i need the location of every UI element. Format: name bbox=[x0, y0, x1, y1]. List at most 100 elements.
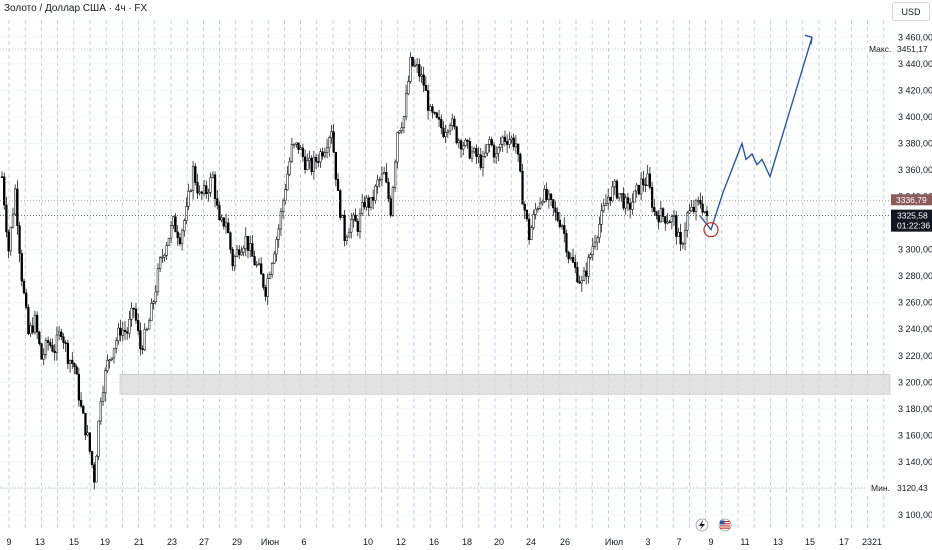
time-axis[interactable]: 9 13 15 19 21 23 27 29 Июн 6 10 12 16 18 20 24 26 Июл 3 7 9 1… bbox=[6, 537, 882, 547]
candle-body bbox=[71, 359, 74, 364]
candle-body bbox=[156, 268, 160, 293]
candle-body bbox=[290, 144, 294, 162]
candle-body bbox=[675, 215, 678, 237]
candle-body bbox=[468, 140, 471, 159]
candle-body bbox=[376, 179, 379, 187]
x-tick-label: 27 bbox=[199, 537, 209, 547]
candle-body bbox=[569, 257, 572, 260]
candle-body bbox=[694, 200, 698, 212]
candle-body bbox=[604, 203, 608, 207]
current-tag-countdown: 01:22:36 bbox=[897, 221, 930, 231]
candle-body bbox=[611, 186, 614, 201]
candle-body bbox=[530, 227, 533, 240]
candle-body bbox=[194, 166, 197, 183]
candle-body bbox=[593, 241, 597, 247]
candle-body bbox=[321, 151, 324, 157]
candle-body bbox=[380, 173, 384, 180]
candle-body bbox=[365, 197, 368, 208]
candle-body bbox=[356, 221, 359, 232]
candle-body bbox=[270, 262, 274, 275]
candle-body bbox=[336, 179, 340, 191]
candle-body bbox=[477, 154, 480, 157]
candle-body bbox=[574, 262, 577, 268]
candle-body bbox=[200, 191, 204, 194]
candle-body bbox=[354, 214, 357, 222]
candle-body bbox=[536, 208, 540, 210]
candle-body bbox=[655, 211, 658, 216]
candle-body bbox=[378, 179, 381, 181]
x-tick-label: 13 bbox=[773, 537, 783, 547]
candle-body bbox=[437, 117, 441, 120]
price-labels: Макс. 3451,17 Мин. 3120,43 3336,79 3325,5801:… bbox=[866, 42, 932, 494]
candle-body bbox=[350, 219, 353, 233]
candle-body bbox=[119, 327, 122, 336]
candle-body bbox=[284, 189, 287, 201]
candle-body bbox=[310, 157, 313, 172]
candle-body bbox=[532, 214, 535, 228]
candle-body bbox=[104, 370, 107, 394]
candle-body bbox=[481, 156, 485, 168]
candle-body bbox=[286, 173, 289, 191]
current-price-tag: 3325,5801:22:36 bbox=[891, 209, 932, 232]
candle-body bbox=[150, 303, 153, 322]
candlestick-chart[interactable]: 3 100,003 120,003 140,003 160,003 180,00… bbox=[0, 0, 932, 550]
y-tick-label: 3 100,00 bbox=[898, 510, 932, 520]
candle-body bbox=[418, 64, 421, 77]
candle-body bbox=[292, 143, 296, 146]
candle-body bbox=[367, 197, 370, 208]
candle-body bbox=[470, 151, 474, 159]
candle-body bbox=[257, 263, 261, 265]
candle-body bbox=[681, 243, 684, 246]
candle-body bbox=[701, 203, 704, 213]
candle-body bbox=[260, 263, 263, 275]
candle-body bbox=[297, 142, 300, 150]
candle-body bbox=[347, 231, 351, 238]
candle-body bbox=[29, 325, 32, 335]
candle-body bbox=[547, 193, 551, 200]
candle-body bbox=[703, 211, 706, 213]
candle-body bbox=[442, 127, 445, 137]
candle-body bbox=[303, 156, 307, 170]
candle-body bbox=[11, 213, 15, 228]
y-tick-label: 3 220,00 bbox=[898, 351, 932, 361]
candle-body bbox=[523, 203, 526, 211]
candle-body bbox=[106, 360, 109, 371]
candle-body bbox=[415, 64, 419, 66]
candle-body bbox=[343, 214, 346, 241]
candle-body bbox=[51, 345, 54, 352]
candle-body bbox=[363, 202, 366, 208]
candle-body bbox=[314, 157, 318, 162]
candle-body bbox=[345, 236, 348, 241]
candle-body bbox=[202, 185, 206, 194]
max-tag-label: Макс. bbox=[869, 44, 891, 54]
candle-body bbox=[312, 157, 316, 172]
x-tick-label: 9 bbox=[6, 537, 11, 547]
candle-body bbox=[82, 406, 85, 414]
y-tick-label: 3 440,00 bbox=[898, 59, 932, 69]
candle-body bbox=[650, 187, 654, 208]
candle-body bbox=[538, 202, 542, 209]
candle-body bbox=[110, 357, 113, 361]
candle-body bbox=[527, 218, 531, 240]
candle-body bbox=[646, 173, 649, 186]
x-tick-label: 9 bbox=[708, 537, 713, 547]
candle-body bbox=[413, 64, 417, 67]
vertical-grid bbox=[8, 20, 885, 528]
candle-body bbox=[42, 354, 45, 360]
candle-body bbox=[387, 181, 390, 200]
candle-body bbox=[174, 216, 177, 233]
candle-body bbox=[198, 191, 201, 194]
candle-body bbox=[25, 292, 28, 308]
candle-body bbox=[14, 188, 17, 215]
candle-body bbox=[429, 106, 432, 111]
candle-body bbox=[486, 144, 489, 154]
candle-body bbox=[93, 464, 96, 483]
price-axis[interactable]: 3 100,003 120,003 140,003 160,003 180,00… bbox=[898, 32, 932, 520]
x-tick-label: 15 bbox=[69, 537, 79, 547]
candle-body bbox=[130, 307, 133, 320]
x-tick-label: 29 bbox=[232, 537, 242, 547]
candle-body bbox=[385, 172, 388, 183]
candle-body bbox=[488, 139, 491, 145]
candle-body bbox=[628, 203, 632, 210]
candle-body bbox=[68, 359, 72, 364]
